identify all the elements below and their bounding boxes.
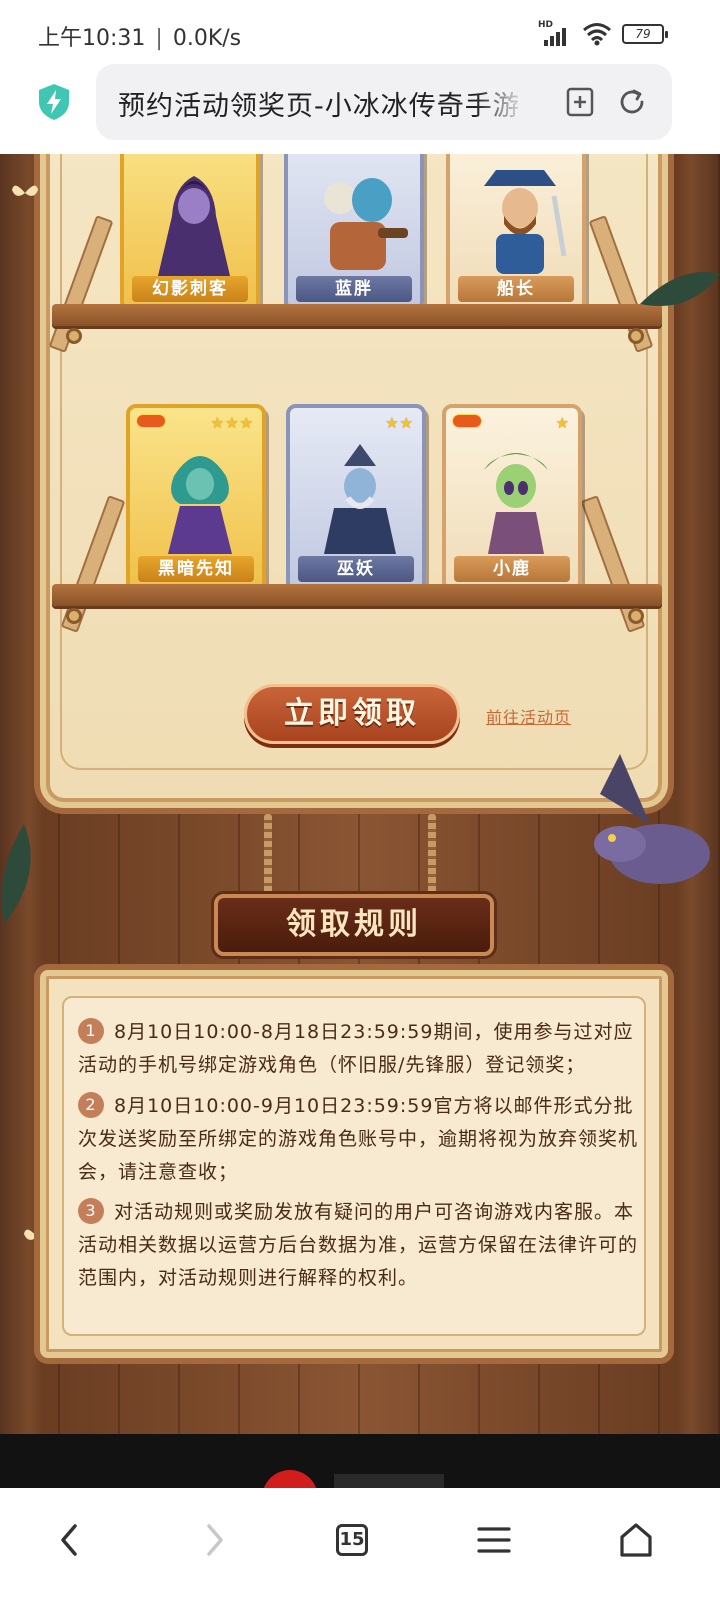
back-button[interactable] (40, 1510, 100, 1570)
shelf (52, 584, 662, 628)
butterfly-icon (12, 185, 38, 196)
tabs-button[interactable]: 15 (322, 1510, 382, 1570)
menu-icon (477, 1527, 511, 1553)
rule-number: 2 (78, 1092, 104, 1118)
rule-item: 2 8月10日10:00-9月10日23:59:59官方将以邮件形式分批次发送奖励… (78, 1090, 644, 1189)
rules-title: 领取规则 (286, 907, 422, 942)
hero-portrait-icon (168, 456, 232, 554)
reload-icon[interactable] (616, 86, 648, 118)
leaf-icon (1, 824, 31, 924)
status-left: 上午10:31 | 0.0K/s (38, 20, 241, 52)
home-icon (620, 1523, 652, 1557)
chevron-right-icon (207, 1524, 223, 1556)
rule-text: 8月10日10:00-9月10日23:59:59官方将以邮件形式分批次发送奖励至… (78, 1095, 639, 1183)
rule-number: 3 (78, 1198, 104, 1224)
go-to-activity-link[interactable]: 前往活动页 (486, 704, 571, 728)
browser-nav-bar: 15 (0, 1488, 720, 1600)
rule-item: 3 对活动规则或奖励发放有疑问的用户可咨询游戏内客服。本活动相关数据以运营方后台数… (78, 1196, 644, 1295)
hero-name: 巫妖 (298, 556, 414, 582)
hero-card[interactable]: ★★★ 黑暗先知 (126, 404, 266, 592)
rules-panel: 1 8月10日10:00-8月18日23:59:59期间，使用参与过对应活动的手机… (34, 964, 674, 1364)
web-content[interactable]: 幻影刺客 蓝胖 船长 ★★★ 黑暗先知 ★★ 巫妖 ★ 小鹿 立即领取 前往活动… (0, 154, 720, 1434)
shield-lightning-icon[interactable] (36, 82, 72, 122)
hero-card[interactable]: ★ 小鹿 (442, 404, 582, 592)
hero-card[interactable]: 船长 (446, 154, 586, 312)
forward-button[interactable] (184, 1510, 244, 1570)
hero-portrait-icon (324, 178, 408, 270)
shelf (52, 304, 662, 348)
hero-name: 小鹿 (454, 556, 570, 582)
add-bookmark-icon[interactable] (564, 86, 596, 118)
page-title[interactable]: 预约活动领奖页-小冰冰传奇手游 (118, 84, 518, 120)
hero-card[interactable]: ★★ 巫妖 (286, 404, 426, 592)
home-button[interactable] (606, 1510, 666, 1570)
hero-card[interactable]: 蓝胖 (284, 154, 424, 312)
rule-item: 1 8月10日10:00-8月18日23:59:59期间，使用参与过对应活动的手机… (78, 1016, 644, 1082)
menu-button[interactable] (464, 1510, 524, 1570)
dragon-icon (594, 754, 710, 884)
hero-name: 幻影刺客 (132, 276, 248, 302)
url-bar[interactable]: 预约活动领奖页-小冰冰传奇手游 (96, 64, 672, 140)
hero-name: 船长 (458, 276, 574, 302)
claim-now-button[interactable]: 立即领取 (244, 684, 460, 744)
status-icons: HD 79 (538, 20, 668, 48)
hero-portrait-icon (484, 170, 567, 274)
hero-card[interactable]: 幻影刺客 (120, 154, 260, 312)
status-separator: | (155, 26, 163, 51)
chevron-left-icon (61, 1524, 77, 1556)
clock: 上午10:31 (38, 26, 146, 51)
address-area: 预约活动领奖页-小冰冰传奇手游 (0, 64, 720, 154)
hero-portrait-icon (324, 444, 396, 554)
status-bar: 上午10:31 | 0.0K/s HD 79 (0, 0, 720, 64)
hero-name: 蓝胖 (296, 276, 412, 302)
hero-portrait-icon (158, 176, 230, 276)
hero-portrait-icon (484, 453, 548, 554)
leaf-icon (640, 272, 720, 306)
battery-icon: 79 (622, 24, 668, 44)
rule-text: 8月10日10:00-8月18日23:59:59期间，使用参与过对应活动的手机号… (78, 1021, 634, 1076)
network-speed: 0.0K/s (172, 26, 242, 51)
signal-icon: HD (538, 20, 572, 46)
rule-number: 1 (78, 1018, 104, 1044)
rules-banner: 领取规则 (214, 894, 494, 956)
wifi-icon (583, 23, 611, 46)
tab-count: 15 (336, 1524, 368, 1556)
hero-name: 黑暗先知 (138, 556, 254, 582)
rule-text: 对活动规则或奖励发放有疑问的用户可咨询游戏内客服。本活动相关数据以运营方后台数据… (78, 1201, 639, 1289)
page-footer (0, 1434, 720, 1500)
